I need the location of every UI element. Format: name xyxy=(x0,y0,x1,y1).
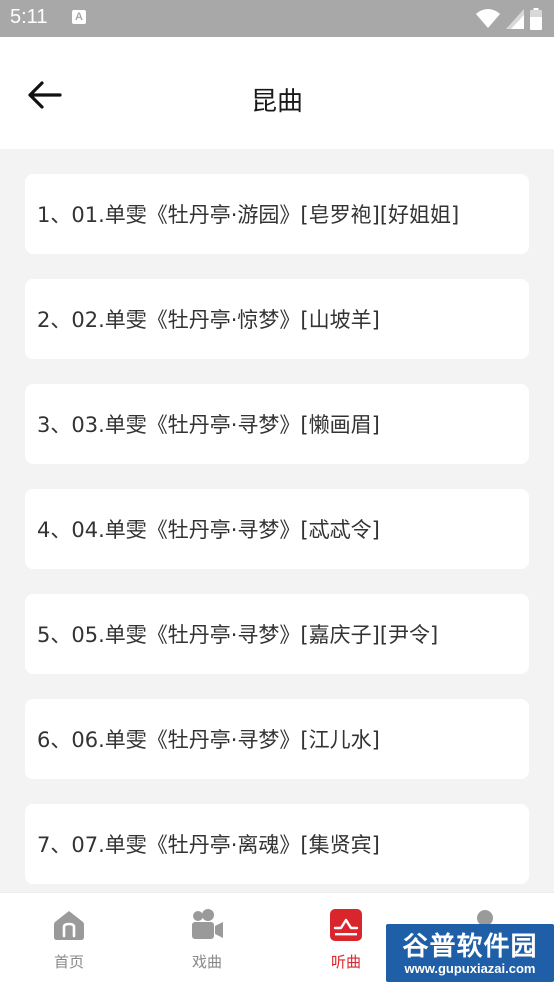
list-item[interactable]: 4、04.单雯《牡丹亭·寻梦》[忒忒令] xyxy=(25,489,529,569)
tab-opera-label: 戏曲 xyxy=(191,953,222,971)
list-item[interactable]: 7、07.单雯《牡丹亭·离魂》[集贤宾] xyxy=(25,804,529,884)
home-icon xyxy=(54,911,84,940)
list-item[interactable]: 1、01.单雯《牡丹亭·游园》[皂罗袍][好姐姐] xyxy=(25,174,529,254)
notification-a-icon: A xyxy=(72,10,86,24)
list-item[interactable]: 2、02.单雯《牡丹亭·惊梦》[山坡羊] xyxy=(25,279,529,359)
page-title: 昆曲 xyxy=(250,87,303,117)
tab-opera[interactable]: 戏曲 xyxy=(138,893,276,985)
tab-home-label: 首页 xyxy=(53,953,84,971)
song-list: 1、01.单雯《牡丹亭·游园》[皂罗袍][好姐姐] 2、02.单雯《牡丹亭·惊梦… xyxy=(25,174,529,909)
watermark-title: 谷普软件园 xyxy=(402,932,538,962)
watermark-url: www.gupuxiazai.com xyxy=(404,961,536,976)
watermark: 谷普软件园 www.gupuxiazai.com xyxy=(386,924,554,982)
list-item[interactable]: 3、03.单雯《牡丹亭·寻梦》[懒画眉] xyxy=(25,384,529,464)
battery-icon xyxy=(530,8,542,30)
audio-wave-icon xyxy=(330,909,362,941)
status-icons xyxy=(476,7,542,31)
tab-home[interactable]: 首页 xyxy=(0,893,138,985)
video-camera-icon xyxy=(192,909,223,939)
app-header: 昆曲 xyxy=(0,37,554,149)
wifi-icon xyxy=(476,9,500,28)
signal-icon xyxy=(506,9,524,29)
list-item[interactable]: 5、05.单雯《牡丹亭·寻梦》[嘉庆子][尹令] xyxy=(25,594,529,674)
status-time: 5:11 xyxy=(10,6,48,28)
list-item[interactable]: 6、06.单雯《牡丹亭·寻梦》[江儿水] xyxy=(25,699,529,779)
status-bar: 5:11 A xyxy=(0,0,554,37)
